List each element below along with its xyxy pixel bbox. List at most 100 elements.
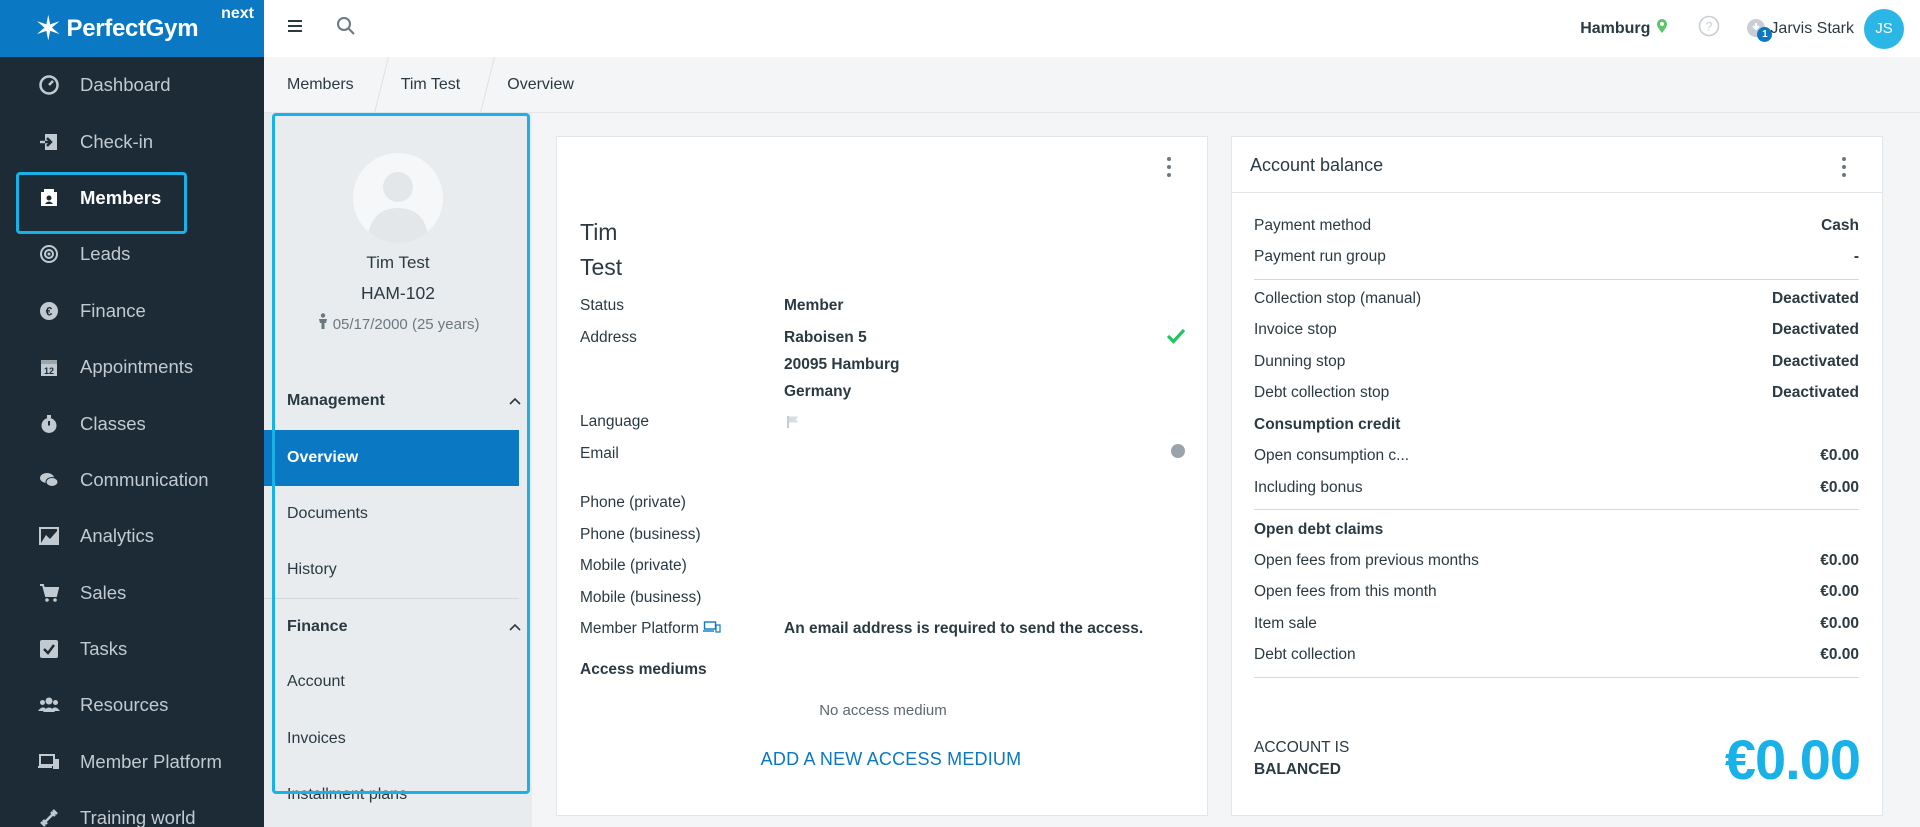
section-title: Management [287, 392, 385, 409]
row-value: €0.00 [1820, 646, 1859, 663]
side-link-invoices[interactable]: Invoices [264, 711, 519, 767]
dashboard-icon [38, 74, 60, 96]
divider [264, 598, 519, 599]
row-label: Debt collection [1254, 646, 1356, 663]
no-access-medium-text: No access medium [819, 702, 947, 719]
balance-status-line: ACCOUNT IS [1254, 739, 1350, 756]
row-value: Deactivated [1771, 321, 1859, 338]
nav-item-members[interactable]: Members [0, 170, 264, 235]
row-value: €0.00 [1820, 479, 1859, 496]
nav-item-classes[interactable]: Classes [0, 395, 264, 451]
access-mediums-label: Access mediums [580, 661, 707, 678]
breadcrumb-member-name[interactable]: Tim Test [378, 57, 485, 113]
nav-label: Resources [80, 694, 169, 716]
member-name: Tim Test [366, 253, 430, 272]
search-icon[interactable] [336, 16, 356, 41]
row-value: €0.00 [1820, 583, 1859, 600]
member-photo[interactable] [353, 153, 443, 243]
notification-count-badge: 1 [1757, 26, 1773, 42]
more-options-icon[interactable] [1167, 157, 1171, 181]
row-label: Collection stop (manual) [1254, 290, 1422, 307]
side-link-history[interactable]: History [264, 542, 519, 598]
nav-item-appointments[interactable]: 12 Appointments [0, 339, 264, 395]
more-options-icon[interactable] [1842, 157, 1846, 181]
member-birthdate: 05/17/2000 (25 years) [264, 313, 532, 333]
nav-item-analytics[interactable]: Analytics [0, 508, 264, 564]
member-sidebar: Tim Test HAM-102 05/17/2000 (25 years) M… [264, 113, 532, 827]
member-details-card: Tim Test Status Member Address Raboisen … [556, 136, 1208, 816]
mobile-private-label: Mobile (private) [580, 557, 687, 574]
nav-item-check-in[interactable]: Check-in [0, 113, 264, 169]
section-management[interactable]: Management [287, 392, 521, 410]
chevron-up-icon [509, 618, 521, 636]
section-finance[interactable]: Finance [287, 618, 521, 636]
members-icon [38, 187, 60, 209]
balance-status: ACCOUNT IS BALANCED [1254, 737, 1349, 781]
row-value: - [1853, 248, 1859, 265]
location-selector[interactable]: Hamburg [1580, 20, 1650, 38]
add-access-medium-button[interactable]: ADD A NEW ACCESS MEDIUM [557, 749, 1225, 770]
row-value: Deactivated [1771, 353, 1859, 370]
row-label: Payment method [1254, 217, 1372, 234]
phone-private-label: Phone (private) [580, 494, 686, 511]
side-link-installment-plans[interactable]: Installment plans [264, 767, 519, 823]
svg-text:?: ? [1706, 20, 1713, 34]
row-value: Deactivated [1771, 384, 1859, 401]
nav-item-resources[interactable]: Resources [0, 677, 264, 733]
nav-item-member-platform[interactable]: Member Platform [0, 734, 264, 790]
nav-label: Communication [80, 468, 209, 490]
nav-item-leads[interactable]: Leads [0, 226, 264, 282]
side-link-documents[interactable]: Documents [264, 486, 519, 542]
app-logo[interactable]: ✶ PerfectGym next [0, 0, 264, 57]
nav-item-dashboard[interactable]: Dashboard [0, 57, 264, 113]
row-label: Consumption credit [1254, 416, 1401, 433]
section-heading: Open debt claims [1254, 521, 1859, 539]
mobile-business-label: Mobile (business) [580, 589, 702, 606]
side-link-account[interactable]: Account [264, 654, 519, 710]
nav-label: Appointments [80, 356, 194, 378]
nav-item-finance[interactable]: € Finance [0, 283, 264, 339]
nav-label: Finance [80, 299, 146, 321]
nav-item-sales[interactable]: Sales [0, 565, 264, 621]
devices-icon [38, 751, 60, 773]
nav-label: Member Platform [80, 750, 222, 772]
address-line-1: Raboisen 5 [784, 329, 867, 346]
account-row: Including bonus €0.00 [1254, 479, 1859, 497]
perfectgym-logo-icon: ✶ [34, 9, 63, 48]
notifications-icon[interactable]: 1 [1746, 18, 1773, 42]
avatar[interactable]: JS [1864, 8, 1904, 49]
member-first-name: Tim [580, 219, 618, 245]
account-row: Collection stop (manual) Deactivated [1254, 290, 1859, 308]
account-row: Dunning stop Deactivated [1254, 353, 1859, 371]
person-icon [317, 313, 329, 333]
nav-item-tasks[interactable]: Tasks [0, 621, 264, 677]
status-value: Member [784, 297, 844, 314]
user-name[interactable]: Jarvis Stark [1770, 20, 1854, 38]
help-icon[interactable]: ? [1698, 15, 1720, 42]
row-label: Open fees from previous months [1254, 552, 1479, 569]
row-label: Item sale [1254, 615, 1317, 632]
section-heading: Consumption credit [1254, 416, 1859, 434]
address-line-3: Germany [784, 383, 852, 400]
nav-label: Tasks [80, 638, 128, 660]
account-balance-title: Account balance [1250, 155, 1384, 175]
nav-label: Dashboard [80, 74, 171, 96]
row-value: Deactivated [1771, 290, 1859, 307]
nav-item-training-world[interactable]: Training world [0, 790, 264, 827]
section-title: Finance [287, 618, 348, 635]
side-link-overview[interactable]: Overview [264, 430, 519, 486]
member-platform-label-text: Member Platform [580, 620, 699, 637]
task-check-icon [38, 638, 60, 660]
nav-label: Analytics [80, 525, 155, 547]
row-label: Dunning stop [1254, 353, 1346, 370]
account-balance-card: Account balance Payment method Cash Payme… [1231, 136, 1883, 816]
member-platform-value: An email address is required to send the… [784, 620, 1144, 637]
breadcrumb-members[interactable]: Members [264, 57, 378, 113]
account-row: Open consumption c... €0.00 [1254, 447, 1859, 465]
row-label: Open debt claims [1254, 521, 1384, 538]
language-flag-icon[interactable] [786, 415, 800, 434]
nav-item-communication[interactable]: Communication [0, 452, 264, 508]
nav-label: Leads [80, 243, 131, 265]
menu-icon[interactable] [288, 19, 306, 38]
finance-icon: € [38, 300, 60, 322]
